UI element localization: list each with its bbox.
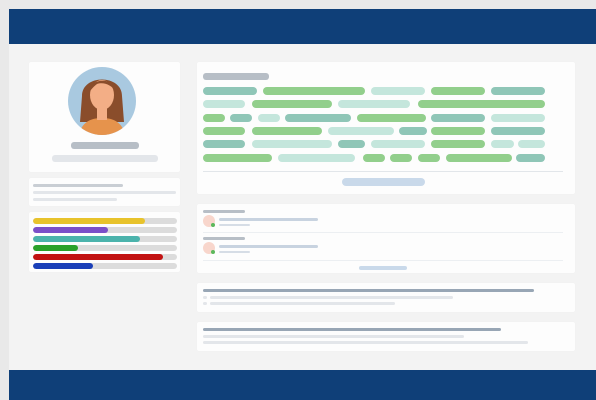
tag-chip[interactable] bbox=[258, 113, 280, 122]
tag-chip[interactable] bbox=[338, 140, 365, 149]
tag-chip[interactable] bbox=[390, 153, 412, 162]
tag-chip[interactable] bbox=[399, 126, 427, 135]
section-heading bbox=[203, 328, 501, 331]
footer-bar bbox=[9, 370, 596, 400]
skill-bar-track bbox=[33, 263, 177, 269]
profile-card bbox=[29, 62, 180, 172]
tag-chip[interactable] bbox=[371, 140, 425, 149]
tag-chip[interactable] bbox=[203, 100, 245, 109]
tag-chip[interactable] bbox=[491, 87, 545, 95]
tag-chip[interactable] bbox=[418, 153, 440, 162]
skill-bar-track bbox=[33, 245, 177, 251]
divider bbox=[203, 232, 563, 233]
tag-chip[interactable] bbox=[418, 100, 545, 109]
text-line bbox=[203, 335, 464, 338]
tag-chip[interactable] bbox=[252, 140, 332, 149]
tag-chip[interactable] bbox=[285, 113, 351, 122]
section-heading bbox=[203, 289, 534, 292]
tag-chip[interactable] bbox=[252, 100, 332, 109]
comment-meta bbox=[219, 251, 250, 253]
tag-chip[interactable] bbox=[446, 153, 512, 162]
tag-chip[interactable] bbox=[431, 126, 485, 135]
tag-chip[interactable] bbox=[203, 126, 245, 135]
load-more-comments-link[interactable] bbox=[359, 266, 407, 270]
user-avatar-woman-icon[interactable] bbox=[67, 66, 137, 136]
profile-info-card bbox=[29, 178, 180, 206]
tag-chip[interactable] bbox=[357, 113, 426, 122]
skill-bar-track bbox=[33, 227, 177, 233]
text-section-card bbox=[197, 283, 575, 312]
tag-chip[interactable] bbox=[431, 87, 485, 95]
info-line bbox=[33, 198, 117, 201]
tag-chip[interactable] bbox=[278, 153, 355, 162]
commenter-avatar-icon[interactable] bbox=[203, 242, 215, 254]
tag-chip[interactable] bbox=[431, 140, 485, 149]
skill-bar-fill bbox=[33, 236, 140, 242]
tag-chip[interactable] bbox=[203, 153, 272, 162]
tag-chip[interactable] bbox=[328, 126, 394, 135]
skill-bar-fill bbox=[33, 263, 94, 269]
skill-bar-fill bbox=[33, 254, 163, 260]
skill-bar-fill bbox=[33, 245, 78, 251]
tag-chip[interactable] bbox=[203, 140, 245, 149]
info-line bbox=[33, 184, 123, 187]
top-navigation-bar bbox=[9, 9, 596, 44]
skill-bar-track bbox=[33, 254, 177, 260]
tag-chip[interactable] bbox=[516, 153, 545, 162]
tag-chip[interactable] bbox=[203, 87, 257, 95]
profile-subtitle bbox=[52, 155, 158, 162]
comment-author bbox=[203, 237, 245, 240]
comment-text bbox=[219, 218, 318, 221]
skill-bar-fill bbox=[33, 218, 146, 224]
tag-chip[interactable] bbox=[491, 113, 545, 122]
commenter-avatar-icon[interactable] bbox=[203, 215, 215, 227]
tag-chip[interactable] bbox=[263, 87, 365, 95]
comment-text bbox=[219, 245, 318, 248]
text-line bbox=[203, 341, 528, 344]
bullet bbox=[203, 302, 207, 305]
tag-chip[interactable] bbox=[203, 113, 225, 122]
tags-title bbox=[203, 73, 269, 80]
tag-chip[interactable] bbox=[252, 126, 322, 135]
text-line bbox=[210, 302, 395, 305]
text-line bbox=[210, 296, 453, 299]
tag-chip[interactable] bbox=[230, 113, 252, 122]
online-status-icon bbox=[211, 223, 215, 227]
comments-card bbox=[197, 204, 575, 273]
tag-chip[interactable] bbox=[338, 100, 410, 109]
show-more-tags-button[interactable] bbox=[342, 178, 425, 186]
text-section-card bbox=[197, 322, 575, 351]
profile-name bbox=[71, 142, 139, 149]
comment-author bbox=[203, 210, 245, 213]
tag-chip[interactable] bbox=[363, 153, 385, 162]
tag-chip[interactable] bbox=[491, 126, 545, 135]
skill-bar-fill bbox=[33, 227, 108, 233]
info-line bbox=[33, 191, 176, 194]
online-status-icon bbox=[211, 250, 215, 254]
comment-meta bbox=[219, 224, 250, 226]
tag-chip[interactable] bbox=[518, 140, 545, 149]
divider bbox=[203, 171, 563, 172]
tag-chip[interactable] bbox=[371, 87, 425, 95]
bullet bbox=[203, 296, 207, 299]
skill-bar-track bbox=[33, 236, 177, 242]
tag-chip[interactable] bbox=[431, 113, 485, 122]
skill-bar-track bbox=[33, 218, 177, 224]
tag-chip[interactable] bbox=[491, 140, 514, 149]
divider bbox=[203, 260, 563, 261]
